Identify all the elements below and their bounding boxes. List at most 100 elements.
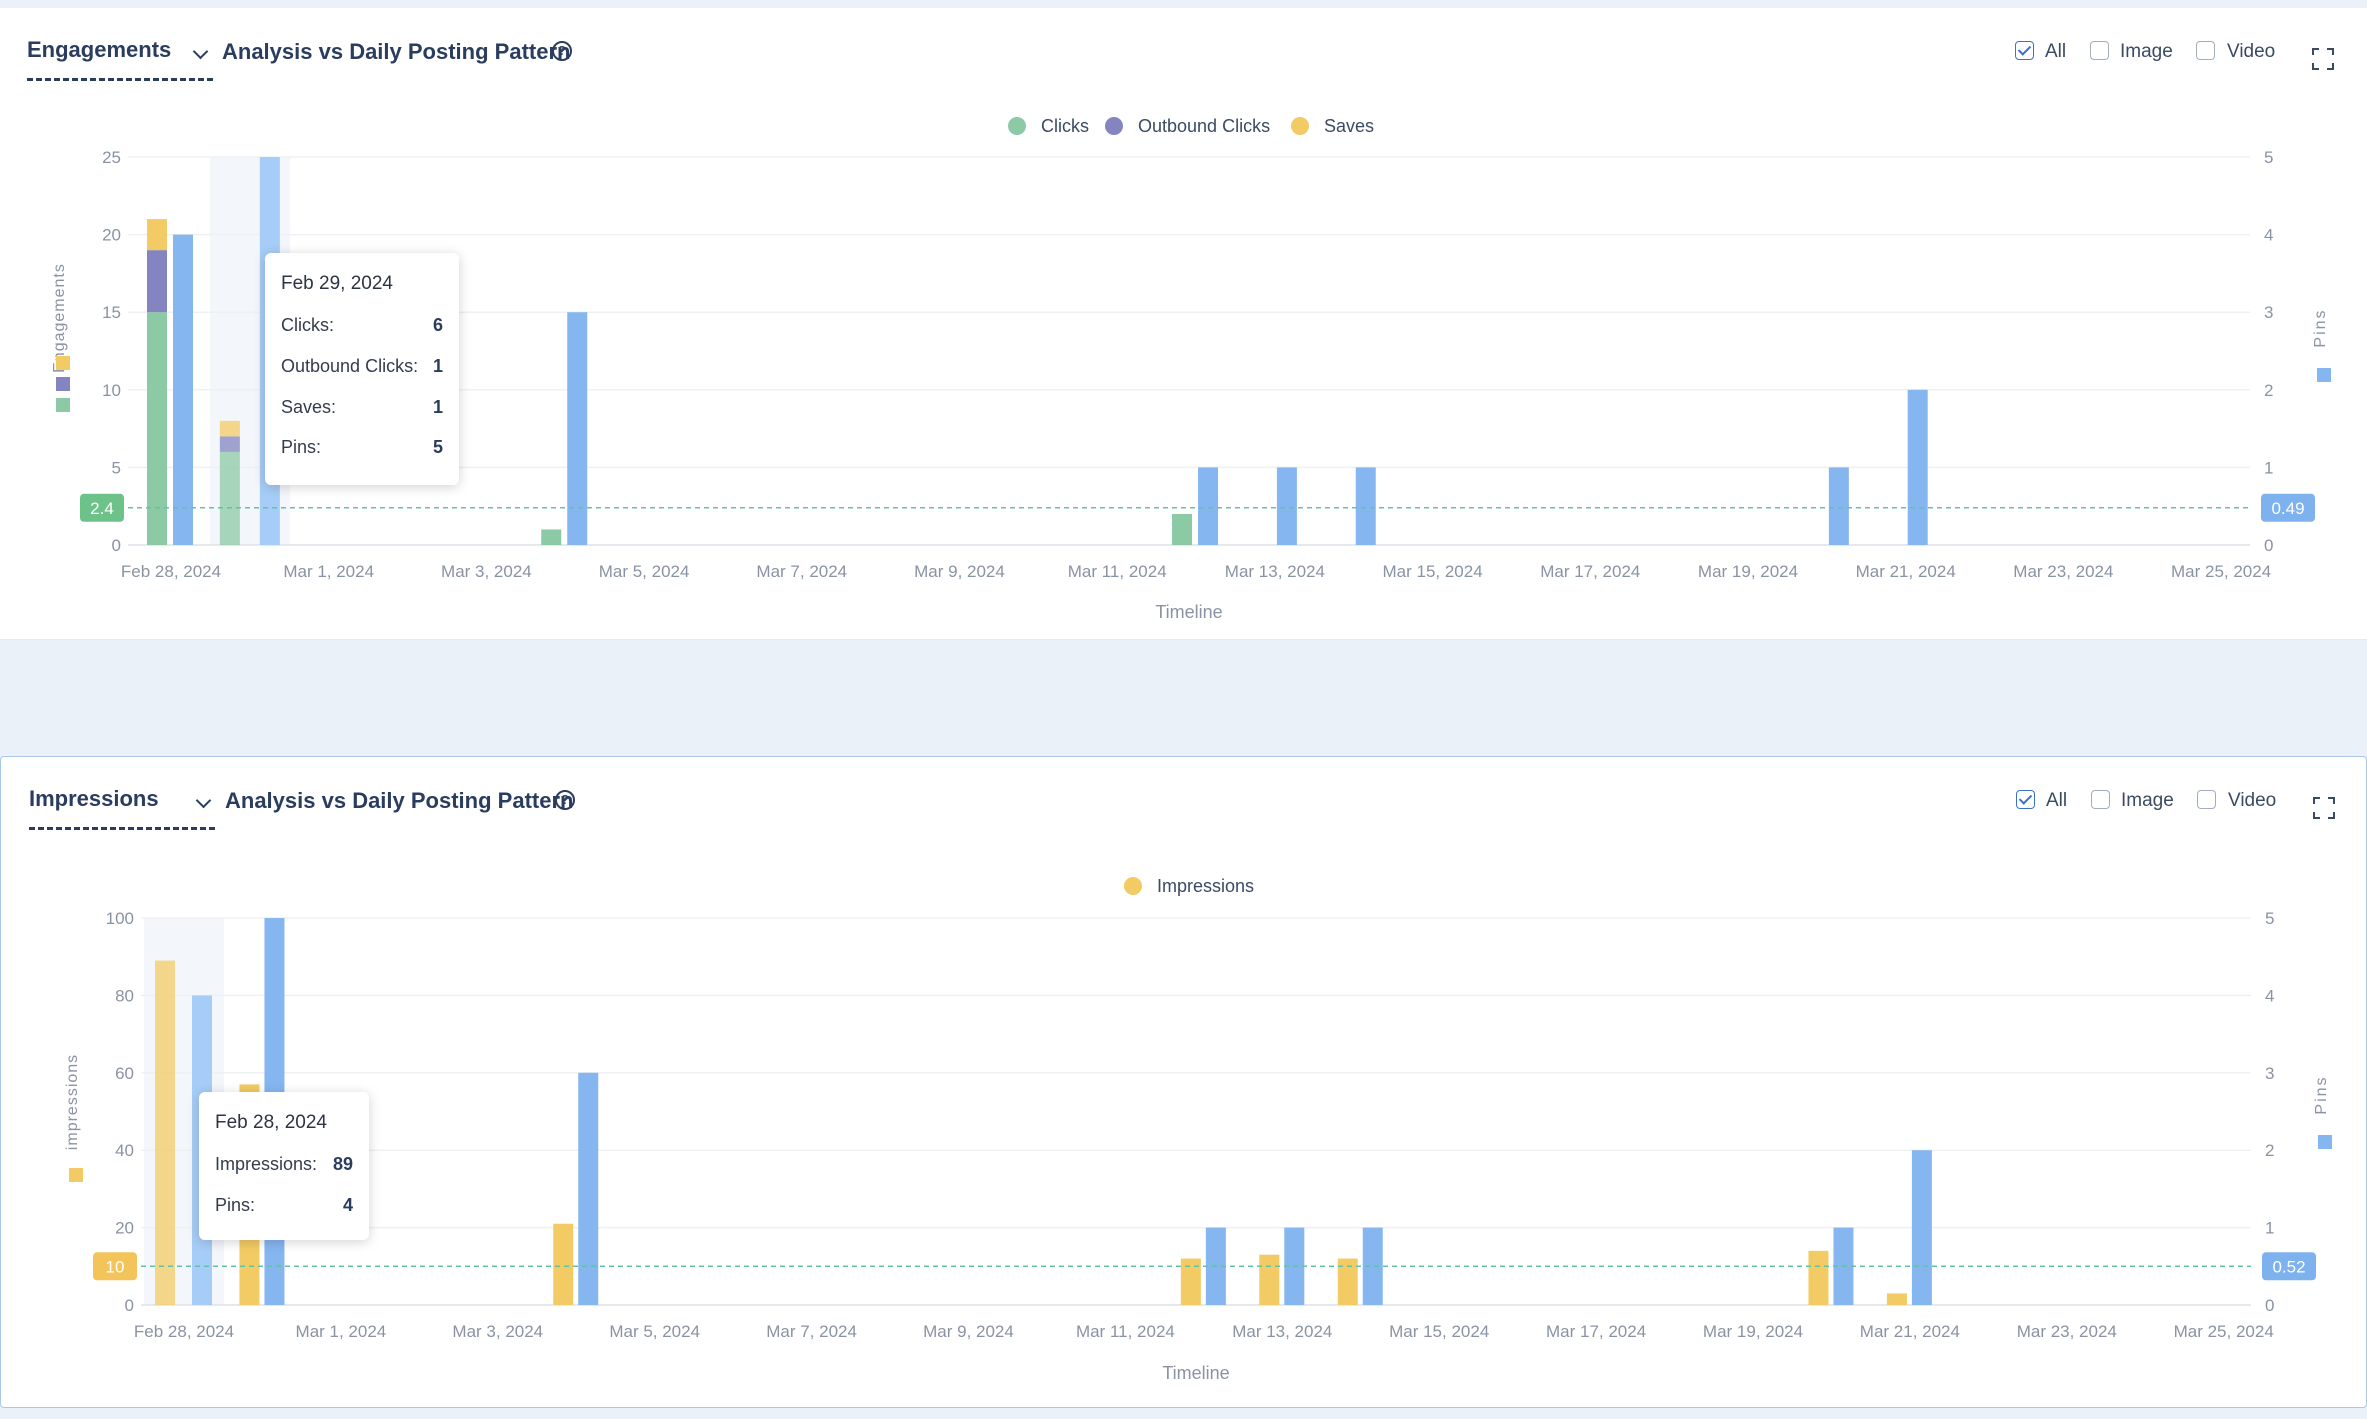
x-tick-label: Mar 21, 2024	[1856, 562, 1956, 581]
bar-impressions	[1180, 1258, 1201, 1305]
bar-pins	[1276, 467, 1297, 545]
x-tick-label: Mar 11, 2024	[1076, 1322, 1175, 1341]
tooltip-row: Clicks: 6	[281, 315, 443, 336]
bar-outbound-clicks	[147, 250, 167, 313]
y-axis-legend-square	[56, 377, 70, 391]
bar-impressions	[1337, 1258, 1358, 1305]
tooltip-date: Feb 28, 2024	[215, 1112, 327, 1133]
y-tick-label-left: 5	[112, 458, 121, 477]
average-tag-left: 10	[93, 1252, 137, 1281]
engagements-panel: Engagements Analysis vs Daily Posting Pa…	[0, 8, 2367, 640]
x-tick-label: Mar 7, 2024	[766, 1322, 857, 1341]
impressions-panel: Impressions Analysis vs Daily Posting Pa…	[0, 756, 2367, 1408]
tooltip-label: Outbound Clicks:	[281, 356, 419, 376]
bar-impressions	[553, 1223, 574, 1305]
tooltip-row: Outbound Clicks: 1	[281, 356, 443, 377]
y-axis-legend-square	[2317, 368, 2331, 382]
average-tag-right: 0.52	[2262, 1252, 2316, 1281]
x-tick-label: Mar 15, 2024	[1383, 562, 1483, 581]
tooltip-value: 89	[332, 1154, 353, 1174]
bar-saves	[219, 420, 240, 437]
average-tag-left-value: 2.4	[90, 499, 114, 518]
x-tick-label: Mar 3, 2024	[441, 562, 532, 581]
bar-clicks	[541, 529, 562, 545]
bar-pins	[1198, 467, 1219, 545]
y-tick-label-left: 15	[102, 303, 121, 322]
x-tick-label: Mar 1, 2024	[296, 1322, 387, 1341]
y-tick-label-left: 40	[115, 1141, 134, 1160]
x-tick-label: Mar 9, 2024	[914, 562, 1005, 581]
y-tick-label-right: 3	[2264, 303, 2273, 322]
x-axis-title: Timeline	[1155, 602, 1222, 622]
y-tick-label-right: 4	[2265, 986, 2274, 1005]
x-tick-label: Mar 3, 2024	[452, 1322, 543, 1341]
bar-pins	[1828, 467, 1849, 545]
y-tick-label-right: 5	[2265, 909, 2274, 928]
x-tick-label: Feb 28, 2024	[134, 1322, 234, 1341]
x-tick-label: Mar 17, 2024	[1546, 1322, 1646, 1341]
y-tick-label-right: 5	[2264, 148, 2273, 167]
tooltip-row: Impressions: 89	[215, 1154, 353, 1175]
x-tick-label: Mar 25, 2024	[2171, 562, 2271, 581]
tooltip-value: 5	[432, 437, 443, 457]
bar-impressions	[1808, 1250, 1829, 1305]
x-tick-label: Mar 7, 2024	[756, 562, 847, 581]
tooltip-label: Pins:	[215, 1195, 256, 1215]
tooltip-value: 1	[432, 397, 443, 417]
bar-pins	[578, 1072, 599, 1305]
bar-impressions	[1886, 1293, 1907, 1305]
legend-swatch	[1105, 117, 1123, 135]
y-tick-label-right: 1	[2264, 458, 2273, 477]
y-axis-title-right: Pins	[2312, 308, 2329, 347]
tooltip-label: Pins:	[281, 437, 322, 457]
x-tick-label: Mar 17, 2024	[1540, 562, 1640, 581]
legend-swatch	[1008, 117, 1026, 135]
x-tick-label: Mar 11, 2024	[1068, 562, 1167, 581]
bar-pins	[1907, 389, 1928, 545]
average-tag-right: 0.49	[2261, 493, 2315, 522]
x-tick-label: Mar 13, 2024	[1232, 1322, 1332, 1341]
y-tick-label-right: 2	[2264, 381, 2273, 400]
tooltip-label: Clicks:	[281, 315, 334, 335]
y-tick-label-right: 0	[2264, 536, 2273, 555]
y-tick-label-left: 20	[102, 226, 121, 245]
legend-label: Impressions	[1157, 876, 1254, 896]
tooltip-row: Saves: 1	[281, 397, 443, 418]
average-tag-left: 2.4	[80, 493, 124, 522]
y-tick-label-right: 3	[2265, 1064, 2274, 1083]
tooltip-row: Pins: 5	[281, 437, 443, 458]
legend-swatch	[1124, 877, 1142, 895]
bar-pins	[173, 234, 193, 545]
tooltip-value: 4	[342, 1195, 353, 1215]
legend-label: Saves	[1324, 116, 1374, 136]
average-tag-left-value: 10	[106, 1257, 125, 1276]
legend-label: Clicks	[1041, 116, 1089, 136]
y-tick-label-left: 0	[112, 536, 121, 555]
y-tick-label-left: 60	[115, 1064, 134, 1083]
y-axis-legend-square	[56, 356, 70, 370]
y-tick-label-left: 10	[102, 381, 121, 400]
tooltip-value: 6	[432, 315, 443, 335]
bar-impressions	[1259, 1254, 1280, 1305]
x-axis-title: Timeline	[1162, 1363, 1229, 1383]
y-tick-label-left: 25	[102, 148, 121, 167]
x-tick-label: Mar 13, 2024	[1225, 562, 1325, 581]
tooltip-label: Saves:	[281, 397, 337, 417]
y-tick-label-left: 100	[106, 909, 134, 928]
x-tick-label: Mar 19, 2024	[1703, 1322, 1803, 1341]
bar-clicks	[147, 312, 167, 545]
y-tick-label-right: 1	[2265, 1219, 2274, 1238]
x-tick-label: Mar 21, 2024	[1860, 1322, 1960, 1341]
x-tick-label: Mar 19, 2024	[1698, 562, 1798, 581]
bar-saves	[147, 219, 167, 251]
bar-clicks	[1172, 513, 1193, 545]
y-tick-label-left: 80	[115, 986, 134, 1005]
x-tick-label: Mar 23, 2024	[2017, 1322, 2117, 1341]
y-axis-title-left: impressions	[64, 1054, 81, 1150]
y-tick-label-right: 0	[2265, 1296, 2274, 1315]
x-tick-label: Mar 25, 2024	[2174, 1322, 2274, 1341]
y-axis-legend-square	[2318, 1135, 2332, 1149]
chart-tooltip: Feb 28, 2024 Impressions: 89 Pins: 4	[199, 1092, 369, 1240]
tooltip-row: Pins: 4	[215, 1195, 353, 1216]
bar-pins	[1911, 1150, 1932, 1305]
